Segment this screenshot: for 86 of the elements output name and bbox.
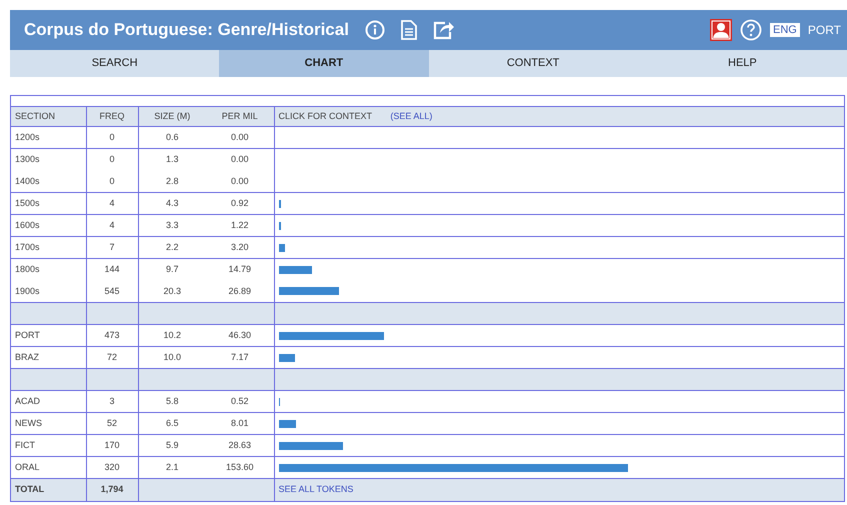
table-cell: PORT [15, 330, 40, 340]
table-cell: 0.92 [230, 198, 249, 208]
table-cell: 1.3 [166, 154, 178, 164]
see-all-tokens-link[interactable]: SEE ALL TOKENS [278, 484, 354, 494]
frequency-bar[interactable] [278, 442, 344, 450]
page-title: Corpus do Portuguese: Genre/Historical [24, 19, 349, 42]
table-cell: 4.3 [166, 198, 178, 208]
table-cell: 545 [104, 286, 120, 296]
frequency-bar[interactable] [278, 332, 384, 340]
table-cell: 1500s [15, 198, 40, 208]
table-cell: 1800s [15, 264, 40, 274]
table-cell: 2.1 [166, 462, 178, 472]
table-cell: 7.17 [230, 352, 249, 362]
table-cell: NEWS [15, 418, 42, 428]
table-cell: 1200s [15, 132, 40, 142]
table-cell: BRAZ [15, 352, 40, 362]
table-cell: 7 [109, 242, 114, 252]
table-cell: 0 [109, 132, 114, 142]
table-cell: 20.3 [163, 286, 182, 296]
table-cell: 46.30 [228, 330, 252, 340]
frequency-bar[interactable] [278, 287, 339, 296]
table-cell: 72 [106, 352, 117, 362]
table-cell: 3 [109, 396, 114, 406]
frequency-bar[interactable] [278, 200, 281, 208]
tab[interactable]: HELP [638, 50, 847, 77]
share-icon[interactable] [432, 20, 455, 40]
table-cell: 26.89 [228, 286, 252, 296]
table-cell: 0 [109, 154, 114, 164]
table-cell: ACAD [15, 396, 40, 406]
table-cell: 170 [104, 440, 120, 450]
column-header: SIZE (M) [154, 110, 190, 121]
table-cell: 2.8 [166, 176, 178, 186]
table-cell: 8.01 [230, 418, 249, 428]
see-all-link[interactable]: (SEE ALL) [390, 110, 432, 121]
column-header: PER MIL [222, 110, 258, 121]
tab[interactable]: CONTEXT [428, 50, 638, 77]
table-cell: 1900s [15, 286, 40, 296]
tab[interactable]: CHART [219, 50, 428, 77]
table-cell: 2.2 [166, 242, 178, 252]
table-cell: 28.63 [228, 440, 252, 450]
table-cell: 3.20 [230, 242, 249, 252]
table-cell: 14.79 [228, 264, 252, 274]
table-cell: 52 [106, 418, 117, 428]
table-cell: 10.2 [163, 330, 182, 340]
table-cell: 0.00 [230, 132, 249, 142]
table-cell: ORAL [15, 462, 40, 472]
table-cell: 153.60 [226, 462, 254, 472]
table-cell: 1400s [15, 176, 40, 186]
language-option[interactable]: ENG [770, 23, 800, 37]
document-icon[interactable] [400, 20, 417, 40]
table-cell: FICT [15, 440, 35, 450]
table-cell: 5.8 [166, 396, 178, 406]
frequency-bar[interactable] [278, 354, 295, 362]
table-cell: 9.7 [166, 264, 178, 274]
tab[interactable]: SEARCH [10, 50, 220, 77]
help-icon[interactable] [740, 19, 762, 41]
table-cell: 5.9 [166, 440, 178, 450]
table-cell: 144 [104, 264, 120, 274]
table-cell: 1600s [15, 220, 40, 230]
user-icon[interactable] [710, 19, 732, 41]
frequency-bar[interactable] [278, 464, 628, 472]
table-cell: 0.00 [230, 154, 249, 164]
table-cell: 0.6 [166, 132, 178, 142]
table-cell: 1.22 [230, 220, 249, 230]
table-cell: 1700s [15, 242, 40, 252]
table-cell: 10.0 [163, 352, 182, 362]
total-value: 1,794 [100, 484, 124, 494]
table-cell: 4 [109, 220, 114, 230]
table-cell: 0.00 [230, 176, 249, 186]
table-cell: 473 [104, 330, 120, 340]
column-header: SECTION [15, 110, 56, 121]
info-icon[interactable] [364, 20, 385, 40]
table-cell: 3.3 [166, 220, 178, 230]
table-cell: 0.52 [230, 396, 249, 406]
table-cell: 1300s [15, 154, 40, 164]
frequency-bar[interactable] [278, 266, 312, 274]
column-header: FREQ [99, 110, 124, 121]
table-cell: 0 [109, 176, 114, 186]
frequency-bar[interactable] [278, 420, 296, 428]
total-label: TOTAL [15, 484, 44, 494]
table-cell: 6.5 [166, 418, 178, 428]
frequency-bar[interactable] [278, 244, 286, 252]
table-cell: 4 [109, 198, 114, 208]
table-cell: 320 [104, 462, 120, 472]
column-header: CLICK FOR CONTEXT [278, 110, 372, 121]
frequency-bar[interactable] [278, 222, 281, 230]
